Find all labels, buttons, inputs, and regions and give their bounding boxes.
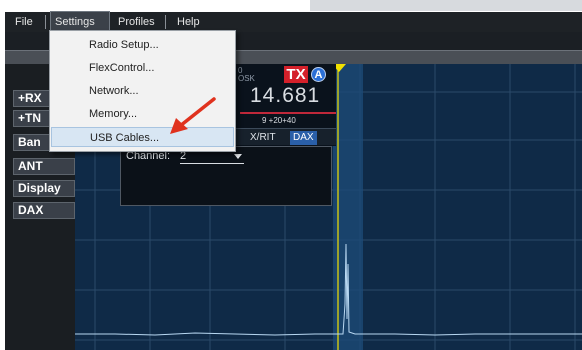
menu-settings[interactable]: Settings [50,11,110,32]
slice-frequency[interactable]: 14.681 [250,84,320,108]
dax-channel-select[interactable]: 2 [180,150,244,164]
tx-badge[interactable]: TX [284,66,308,83]
meter-scale: 9 +20+40 [262,116,296,125]
menu-item-flexcontrol[interactable]: FlexControl... [51,58,234,78]
side-btn-ant[interactable]: ANT [13,158,75,175]
app-window: +RX +TN Ban ANT Display DAX 0 OSK TX A 1… [0,0,582,350]
menubar: File Settings Profiles Help [5,11,582,32]
annotation-arrow-icon [170,97,216,134]
signal-meter-bar [240,112,336,114]
dropdown-chevron-icon [234,154,242,159]
menu-profiles[interactable]: Profiles [114,12,159,32]
top-strip [310,0,582,11]
side-btn-dax[interactable]: DAX [13,202,75,219]
slice-letter-badge[interactable]: A [311,67,326,82]
tab-dax[interactable]: DAX [290,131,317,145]
slice-tab-bar: X/RIT DAX [236,128,336,145]
menu-item-radio-setup[interactable]: Radio Setup... [51,35,234,55]
menu-separator [45,15,46,29]
side-btn-display[interactable]: Display [13,180,75,197]
tab-xrit[interactable]: X/RIT [250,131,276,145]
menu-separator [165,15,166,29]
slice-mode-text: 0 OSK [238,66,255,83]
menu-file[interactable]: File [11,12,37,32]
menu-help[interactable]: Help [173,12,204,32]
